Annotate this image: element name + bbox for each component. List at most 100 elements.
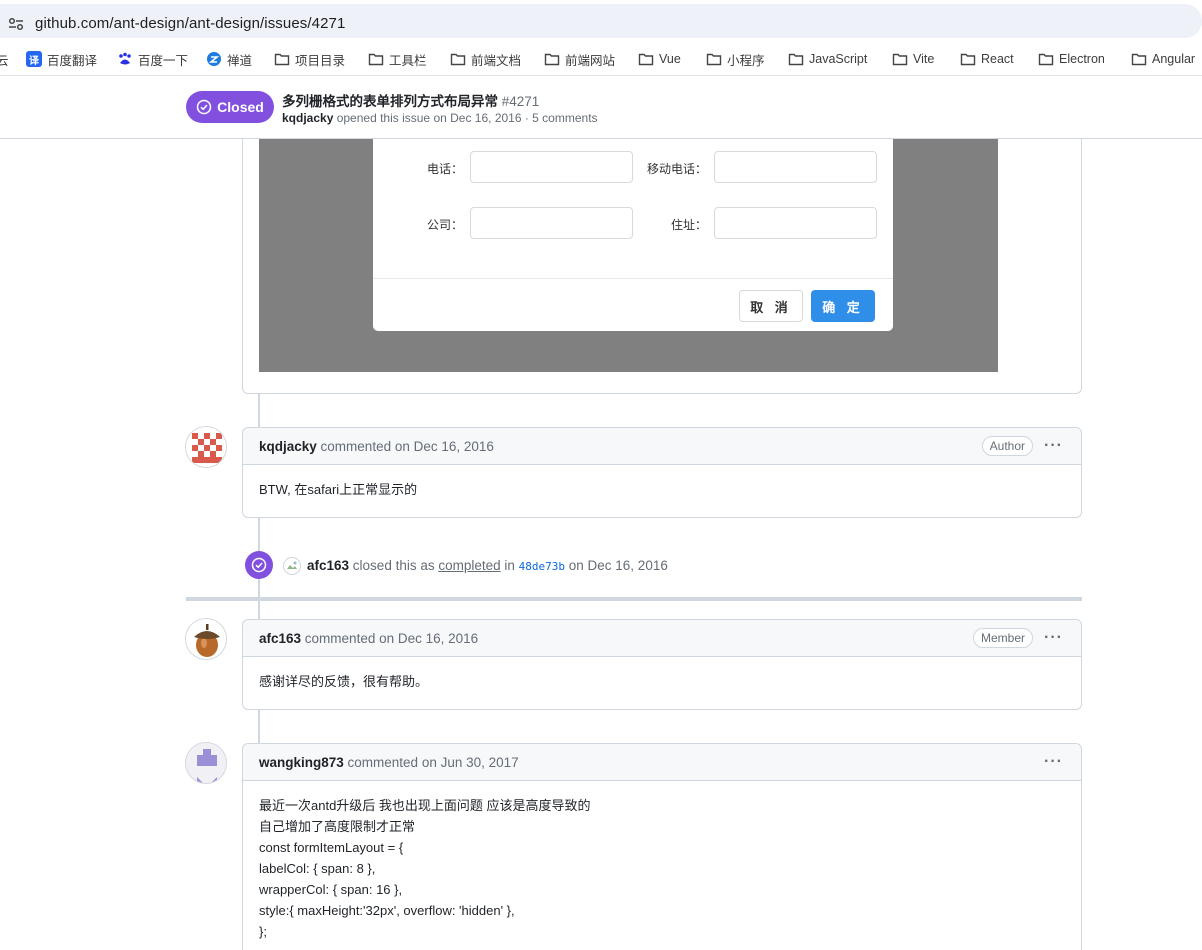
issue-title-line: 多列栅格式的表单排列方式布局异常 #4271: [282, 90, 539, 110]
acorn-avatar-icon: [186, 619, 226, 659]
bookmark-item[interactable]: Angular: [1131, 50, 1195, 68]
comment-line: };: [259, 924, 267, 939]
bookmark-label: Angular: [1152, 52, 1196, 66]
timeline-divider: [186, 597, 1082, 601]
event-text-part: in: [500, 558, 519, 573]
comment-author[interactable]: wangking873: [259, 755, 344, 770]
identicon-avatar-kqdjacky: [186, 427, 226, 467]
comment-timestamp[interactable]: commented on Dec 16, 2016: [317, 439, 494, 454]
issue-number: #4271: [501, 94, 540, 109]
folder-icon: [960, 52, 976, 66]
bookmark-label: Electron: [1059, 52, 1105, 66]
comment-byline: afc163 commented on Dec 16, 2016: [259, 631, 478, 646]
closed-check-icon: [196, 99, 212, 115]
bookmark-item[interactable]: 译百度翻译: [26, 50, 97, 68]
event-actor-avatar[interactable]: [283, 557, 301, 575]
event-actor[interactable]: afc163: [307, 558, 349, 573]
folder-icon: [368, 52, 384, 66]
bookmark-label: 云: [0, 50, 9, 69]
comment-byline: wangking873 commented on Jun 30, 2017: [259, 755, 519, 770]
comment-line: wrapperCol: { span: 16 },: [259, 882, 403, 897]
company-input: [470, 207, 633, 239]
comment-header: kqdjacky commented on Dec 16, 2016 Autho…: [243, 428, 1081, 465]
bookmark-label: React: [981, 52, 1014, 66]
baidu-paw-icon: [117, 51, 133, 67]
bookmark-item[interactable]: 禅道: [206, 50, 252, 68]
comment-box: kqdjacky commented on Dec 16, 2016 Autho…: [242, 427, 1082, 518]
bookmark-item[interactable]: JavaScript: [788, 50, 867, 68]
site-settings-icon[interactable]: [8, 17, 24, 31]
folder-icon: [450, 52, 466, 66]
bookmark-label: 禅道: [227, 53, 253, 68]
bookmark-item[interactable]: 百度一下: [117, 50, 188, 68]
avatar[interactable]: [185, 742, 227, 784]
bookmark-item[interactable]: 前端网站: [544, 50, 615, 68]
comment-line: labelCol: { span: 8 },: [259, 861, 376, 876]
bookmark-item[interactable]: 云: [0, 50, 9, 68]
closed-check-icon: [251, 557, 267, 573]
issue-meta: kqdjacky opened this issue on Dec 16, 20…: [282, 111, 598, 125]
omnibox[interactable]: github.com/ant-design/ant-design/issues/…: [0, 4, 1202, 38]
folder-icon: [274, 52, 290, 66]
zentao-icon: [206, 51, 222, 67]
comment-more-options-icon[interactable]: ···: [1044, 753, 1063, 771]
timeline-line: [258, 394, 260, 428]
bookmark-label: 小程序: [727, 53, 765, 68]
comment-author[interactable]: afc163: [259, 631, 301, 646]
mobile-input: [714, 151, 877, 183]
url-text[interactable]: github.com/ant-design/ant-design/issues/…: [35, 15, 345, 32]
comment-header: afc163 commented on Dec 16, 2016 Member …: [243, 620, 1081, 657]
folder-icon: [1131, 52, 1147, 66]
address-input: [714, 207, 877, 239]
author-badge: Author: [981, 436, 1033, 456]
issue-state-label: Closed: [217, 99, 264, 115]
bookmark-item[interactable]: 前端文档: [450, 50, 521, 68]
translate-icon: 译: [26, 51, 42, 67]
comment-box: wangking873 commented on Jun 30, 2017 ··…: [242, 743, 1082, 950]
issue-meta-text: opened this issue on Dec 16, 2016 · 5 co…: [333, 111, 598, 125]
comment-more-options-icon[interactable]: ···: [1044, 437, 1063, 455]
avatar[interactable]: [185, 618, 227, 660]
bookmark-item[interactable]: 项目目录: [274, 50, 345, 68]
folder-icon: [544, 52, 560, 66]
bookmark-item[interactable]: React: [960, 50, 1014, 68]
bookmark-label: Vue: [659, 52, 681, 66]
bookmark-label: JavaScript: [809, 52, 868, 66]
issue-author[interactable]: kqdjacky: [282, 111, 333, 125]
issue-state-badge: Closed: [186, 91, 274, 123]
bookmarks-bar: 云译百度翻译 百度一下 禅道 项目目录 工具栏 前端文档 前端网站 Vue 小程序 JavaScr…: [0, 42, 1202, 76]
comment-text: BTW, 在safari上正常显示的: [259, 482, 418, 497]
browser-address-bar: github.com/ant-design/ant-design/issues/…: [0, 0, 1202, 42]
bookmark-item[interactable]: Vue: [638, 50, 681, 68]
phone-label: 电话：: [426, 162, 463, 176]
comment-timestamp[interactable]: commented on Jun 30, 2017: [344, 755, 519, 770]
avatar[interactable]: [185, 426, 227, 468]
timeline-line: [258, 710, 260, 743]
bookmark-label: 前端文档: [471, 53, 522, 68]
mobile-label: 移动电话：: [646, 162, 707, 176]
comment-author[interactable]: kqdjacky: [259, 439, 317, 454]
comment-more-options-icon[interactable]: ···: [1044, 629, 1063, 647]
comment-line: 最近一次antd升级后 我也出现上面问题 应该是高度导致的: [259, 798, 591, 813]
folder-icon: [1038, 52, 1054, 66]
bookmark-item[interactable]: 小程序: [706, 50, 765, 68]
comment-body: 感谢详尽的反馈，很有帮助。: [243, 657, 1081, 706]
timeline-line: [258, 601, 260, 619]
comment-body: BTW, 在safari上正常显示的: [243, 465, 1081, 514]
event-text-part: closed this as: [349, 558, 439, 573]
comment-line: 自己增加了高度限制才正常: [259, 819, 416, 834]
commit-sha-link[interactable]: 48de73b: [519, 560, 565, 573]
bookmark-label: 工具栏: [389, 53, 427, 68]
comment-header: wangking873 commented on Jun 30, 2017 ··…: [243, 744, 1081, 781]
bookmark-item[interactable]: Vite: [892, 50, 934, 68]
completed-link[interactable]: completed: [438, 558, 500, 573]
comment-body: 最近一次antd升级后 我也出现上面问题 应该是高度导致的 自己增加了高度限制才…: [243, 781, 1081, 950]
issue-title[interactable]: 多列栅格式的表单排列方式布局异常: [282, 94, 498, 109]
comment-byline: kqdjacky commented on Dec 16, 2016: [259, 439, 494, 454]
bookmark-item[interactable]: 工具栏: [368, 50, 427, 68]
comment-timestamp[interactable]: commented on Dec 16, 2016: [301, 631, 478, 646]
folder-icon: [892, 52, 908, 66]
comment-text: 感谢详尽的反馈，很有帮助。: [259, 674, 429, 689]
bookmark-item[interactable]: Electron: [1038, 50, 1105, 68]
event-date[interactable]: on Dec 16, 2016: [565, 558, 668, 573]
